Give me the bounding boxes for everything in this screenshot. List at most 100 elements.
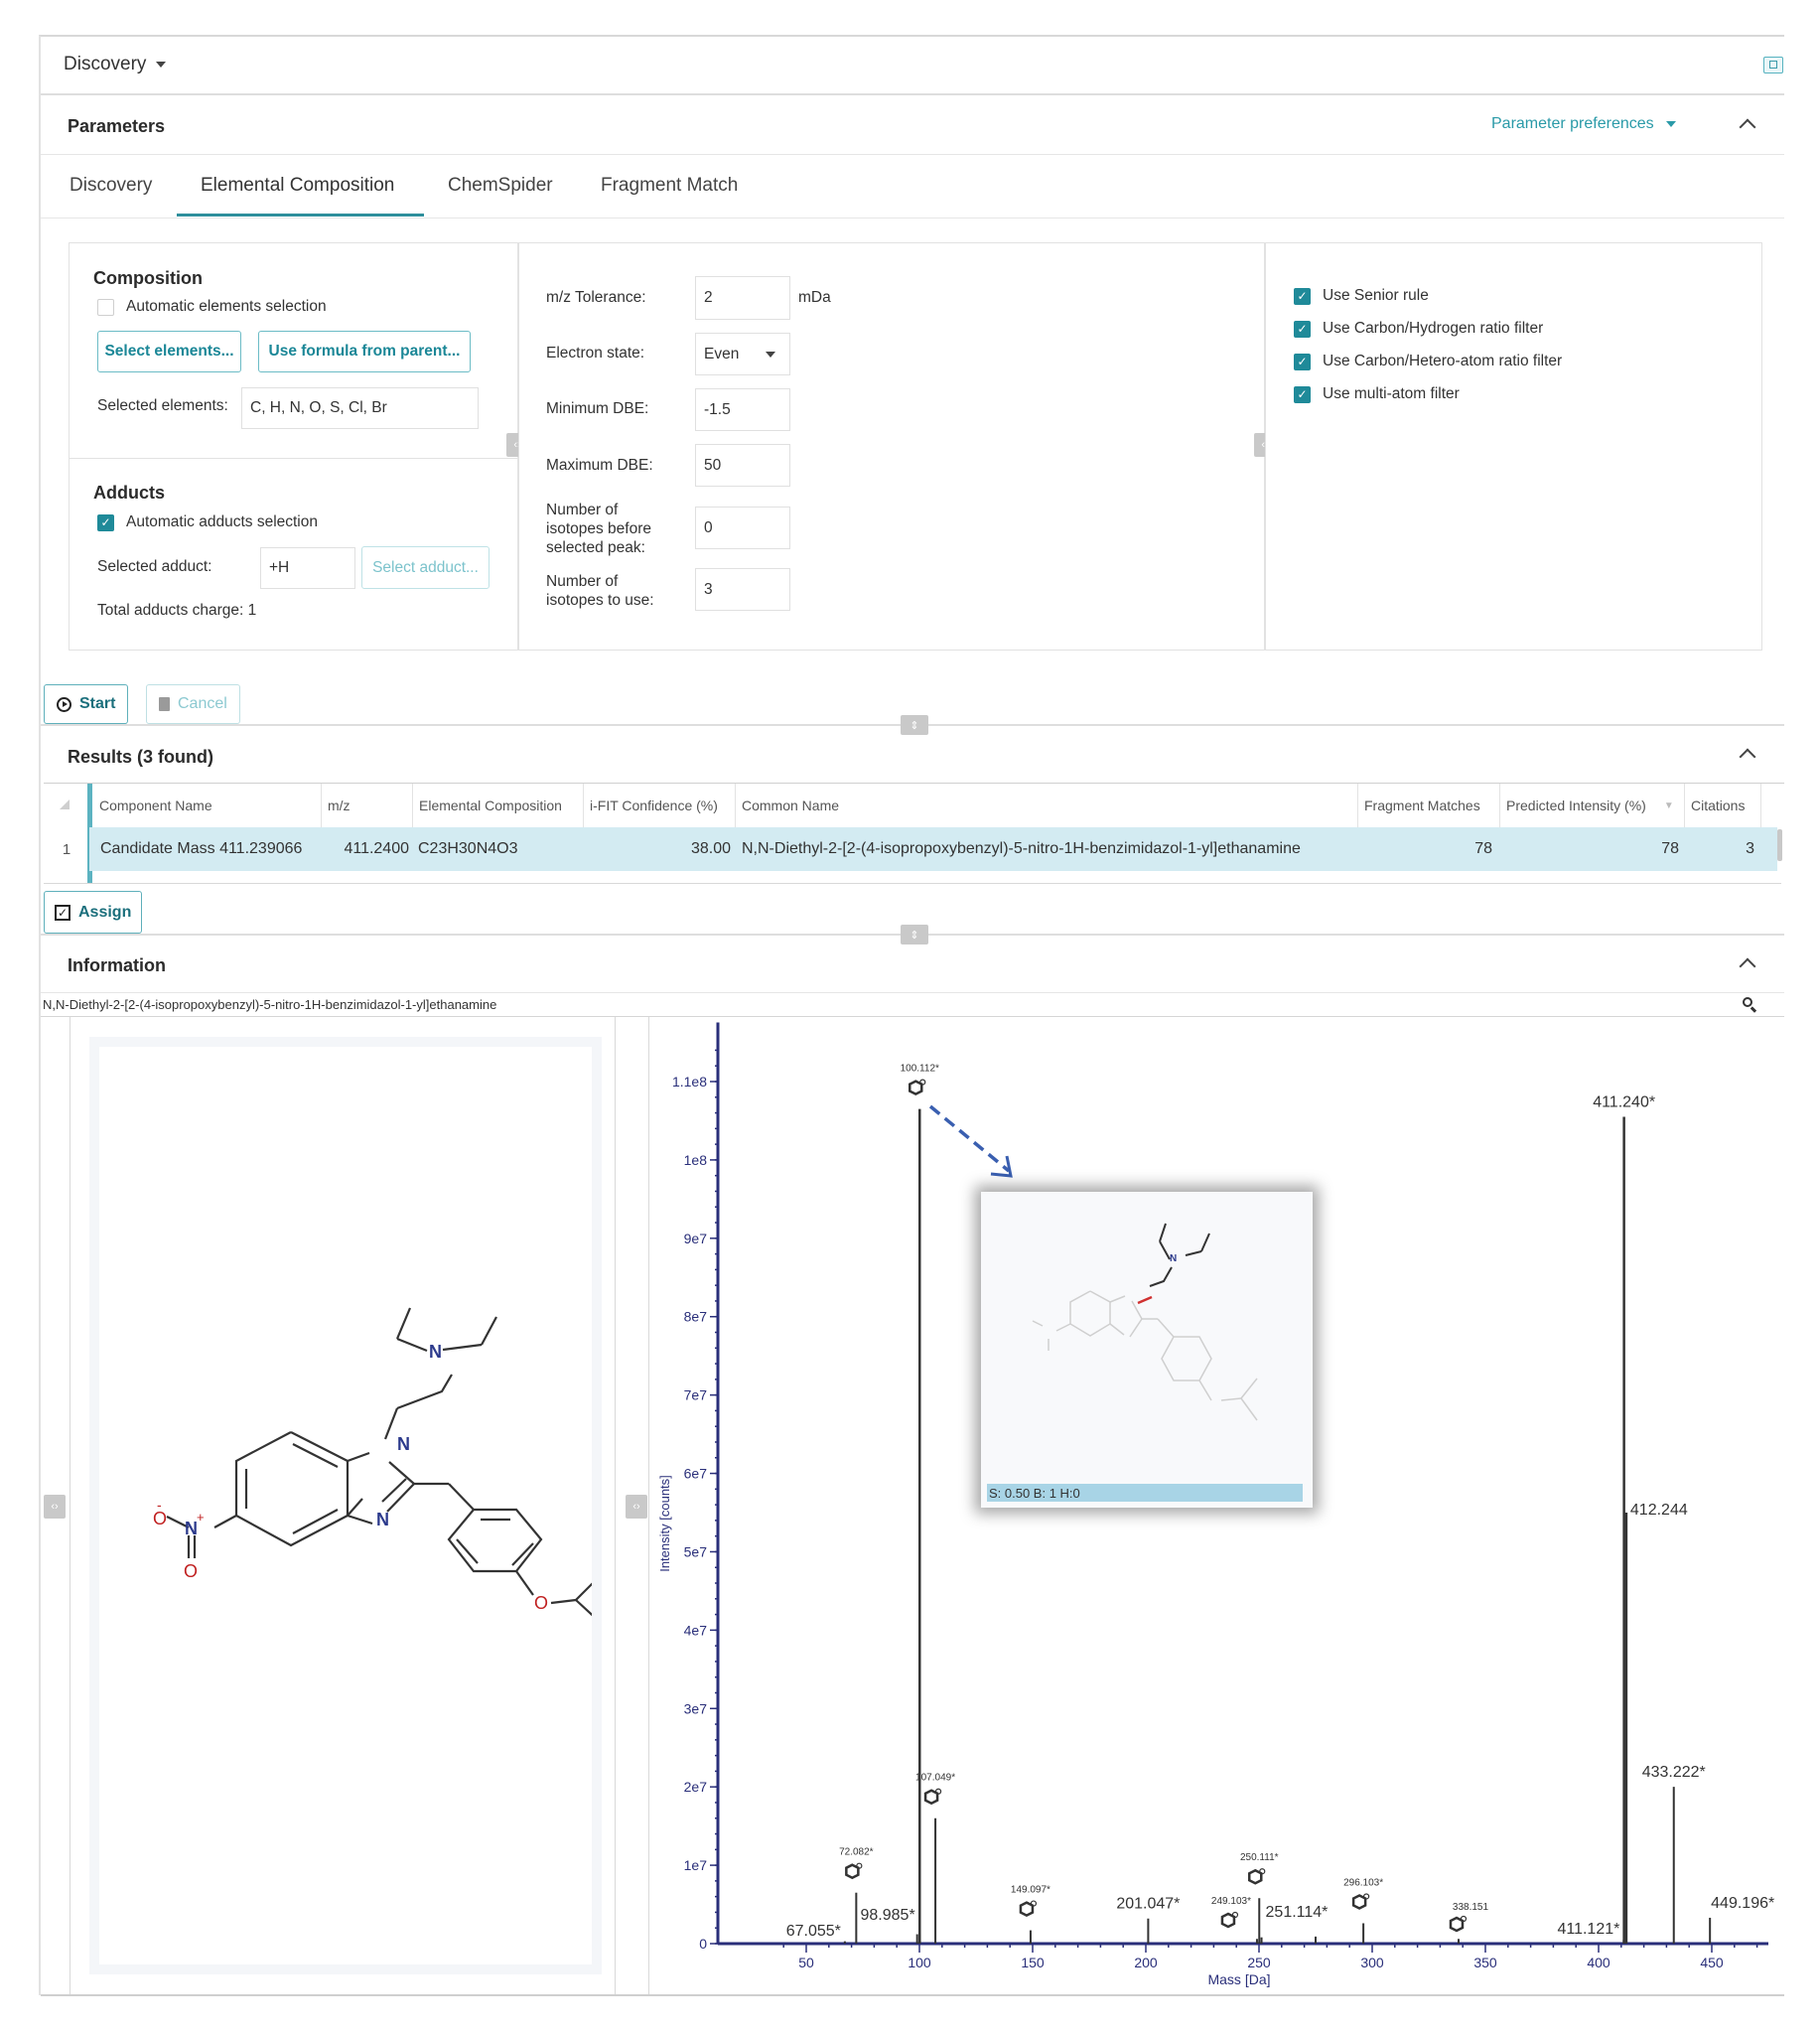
tab-fragment-match[interactable]: Fragment Match	[601, 175, 738, 197]
min-dbe-label: Minimum DBE:	[546, 400, 649, 417]
isotopes-use-label: Number of isotopes to use:	[546, 573, 654, 609]
information-title: Information	[68, 955, 166, 975]
horizontal-splitter-handle[interactable]: ‹›	[44, 1495, 66, 1519]
isotopes-before-field[interactable]: 0	[695, 507, 790, 549]
y-tick-label: 4e7	[684, 1622, 708, 1638]
y-tick-label: 1e7	[684, 1857, 708, 1873]
compound-name: N,N-Diethyl-2-[2-(4-isopropoxybenzyl)-5-…	[43, 997, 497, 1012]
filter-label: Use Carbon/Hetero-atom ratio filter	[1323, 353, 1563, 369]
peak-label: 107.049*	[915, 1773, 955, 1784]
vertical-splitter-handle[interactable]: ⇕	[901, 715, 928, 735]
horizontal-splitter-handle[interactable]: ‹›	[626, 1495, 647, 1519]
cancel-label: Cancel	[178, 695, 227, 712]
tab-chemspider[interactable]: ChemSpider	[448, 175, 553, 197]
column-header-elemental-composition[interactable]: Elemental Composition	[413, 784, 584, 827]
column-header-ifit-confidence[interactable]: i-FIT Confidence (%)	[584, 784, 736, 827]
column-header-component-name[interactable]: Component Name	[93, 784, 322, 827]
y-tick-label: 5e7	[684, 1543, 708, 1559]
vertical-splitter-handle[interactable]: ⇕	[901, 925, 928, 944]
max-dbe-field[interactable]: 50	[695, 444, 790, 487]
x-axis: 50 100 150 200 250 300 350 400 450	[718, 1942, 1768, 1970]
peak-label: 411.121*	[1557, 1921, 1619, 1938]
checkbox-checked-icon[interactable]: ✓	[1294, 385, 1311, 403]
column-header-citations[interactable]: Citations	[1685, 784, 1761, 827]
y-tick-label: 9e7	[684, 1231, 708, 1246]
fragment-score-caption: S: 0.50 B: 1 H:0	[987, 1484, 1303, 1502]
x-tick-label: 100	[908, 1955, 931, 1970]
x-tick-label: 400	[1587, 1955, 1610, 1970]
peak-label: 67.055*	[786, 1923, 841, 1940]
peak-label: 98.985*	[861, 1907, 915, 1924]
cancel-button[interactable]: Cancel	[146, 684, 240, 724]
cell-mz: 411.2400	[344, 840, 409, 857]
atom-o3: O	[534, 1593, 548, 1613]
divider	[41, 154, 1784, 155]
peak-label: 412.244	[1630, 1502, 1688, 1519]
mz-tolerance-field[interactable]: 2	[695, 276, 790, 320]
cell-predicted-intensity: 78	[1661, 840, 1679, 857]
peak-label: 72.082*	[839, 1847, 874, 1858]
peak-label: 296.103*	[1343, 1877, 1383, 1888]
start-button[interactable]: Start	[44, 684, 129, 724]
divider	[44, 883, 1781, 884]
results-title: Results (3 found)	[68, 747, 213, 767]
chevron-down-icon	[1665, 121, 1676, 127]
y-tick-label: 6e7	[684, 1466, 708, 1482]
select-adduct-button[interactable]: Select adduct...	[361, 546, 490, 589]
assign-button[interactable]: ✓ Assign	[44, 891, 143, 934]
y-tick-label: 2e7	[684, 1779, 708, 1795]
electron-state-value: Even	[704, 345, 740, 363]
y-tick-label: 1.1e8	[672, 1074, 707, 1090]
use-formula-from-parent-button[interactable]: Use formula from parent...	[258, 331, 471, 372]
peak-label: 149.097*	[1011, 1885, 1050, 1896]
fragment-arrow	[928, 1104, 1013, 1178]
peak-label: 338.151	[1453, 1902, 1489, 1913]
selected-adduct-field[interactable]: +H	[260, 547, 355, 589]
row-header-corner[interactable]	[44, 784, 89, 827]
column-header-fragment-matches[interactable]: Fragment Matches	[1358, 784, 1500, 827]
y-axis-label: Intensity [counts]	[657, 1475, 672, 1572]
column-header-predicted-intensity[interactable]: Predicted Intensity (%) ▼	[1500, 784, 1685, 827]
tab-discovery[interactable]: Discovery	[70, 175, 152, 197]
auto-adducts-checkbox-row[interactable]: ✓ Automatic adducts selection	[97, 513, 318, 531]
y-tick-label: 1e8	[684, 1152, 708, 1168]
fragment-icon	[923, 1788, 942, 1806]
atom-n3: N	[429, 1342, 442, 1362]
peak-label: 449.196*	[1711, 1895, 1774, 1912]
auto-elements-checkbox[interactable]	[97, 298, 114, 316]
filter-multi-atom[interactable]: ✓ Use multi-atom filter	[1294, 385, 1562, 403]
table-scrollbar[interactable]	[1777, 829, 1782, 861]
min-dbe-field[interactable]: -1.5	[695, 388, 790, 431]
fragment-icon	[1220, 1911, 1239, 1929]
isotopes-use-field[interactable]: 3	[695, 568, 790, 611]
play-circle-icon	[57, 696, 71, 712]
fragment-icon	[909, 1079, 926, 1096]
column-header-label: Predicted Intensity (%)	[1506, 798, 1646, 813]
fragment-icon	[1019, 1900, 1038, 1917]
panel-toggle-icon[interactable]	[1763, 57, 1783, 73]
electron-state-select[interactable]: Even	[695, 333, 790, 375]
filter-carbon-hetero[interactable]: ✓ Use Carbon/Hetero-atom ratio filter	[1294, 353, 1562, 370]
filter-senior-rule[interactable]: ✓ Use Senior rule	[1294, 287, 1562, 305]
parameter-preferences-dropdown[interactable]: Parameter preferences	[1491, 115, 1676, 133]
selected-elements-field[interactable]: C, H, N, O, S, Cl, Br	[241, 387, 479, 429]
peak-label: 201.047*	[1116, 1896, 1180, 1913]
column-header-mz[interactable]: m/z	[322, 784, 413, 827]
peak-label: 411.240*	[1593, 1094, 1655, 1111]
peak-label: 250.111*	[1240, 1852, 1279, 1863]
auto-adducts-checkbox[interactable]: ✓	[97, 513, 114, 531]
workspace-dropdown[interactable]: Discovery	[64, 54, 167, 75]
column-header-common-name[interactable]: Common Name	[736, 784, 1358, 827]
adducts-title: Adducts	[93, 483, 165, 503]
select-elements-button[interactable]: Select elements...	[97, 331, 241, 372]
tab-elemental-composition[interactable]: Elemental Composition	[201, 175, 394, 197]
auto-elements-checkbox-row[interactable]: Automatic elements selection	[97, 298, 327, 316]
cell-elemental-composition: C23H30N4O3	[418, 840, 518, 857]
filter-carbon-hydrogen[interactable]: ✓ Use Carbon/Hydrogen ratio filter	[1294, 320, 1562, 338]
row-index: 1	[62, 840, 71, 858]
cell-common-name: N,N-Diethyl-2-[2-(4-isopropoxybenzyl)-5-…	[742, 840, 1301, 857]
y-tick-label: 0	[699, 1936, 707, 1952]
checkbox-checked-icon[interactable]: ✓	[1294, 287, 1311, 305]
checkbox-checked-icon[interactable]: ✓	[1294, 353, 1311, 370]
checkbox-checked-icon[interactable]: ✓	[1294, 320, 1311, 338]
